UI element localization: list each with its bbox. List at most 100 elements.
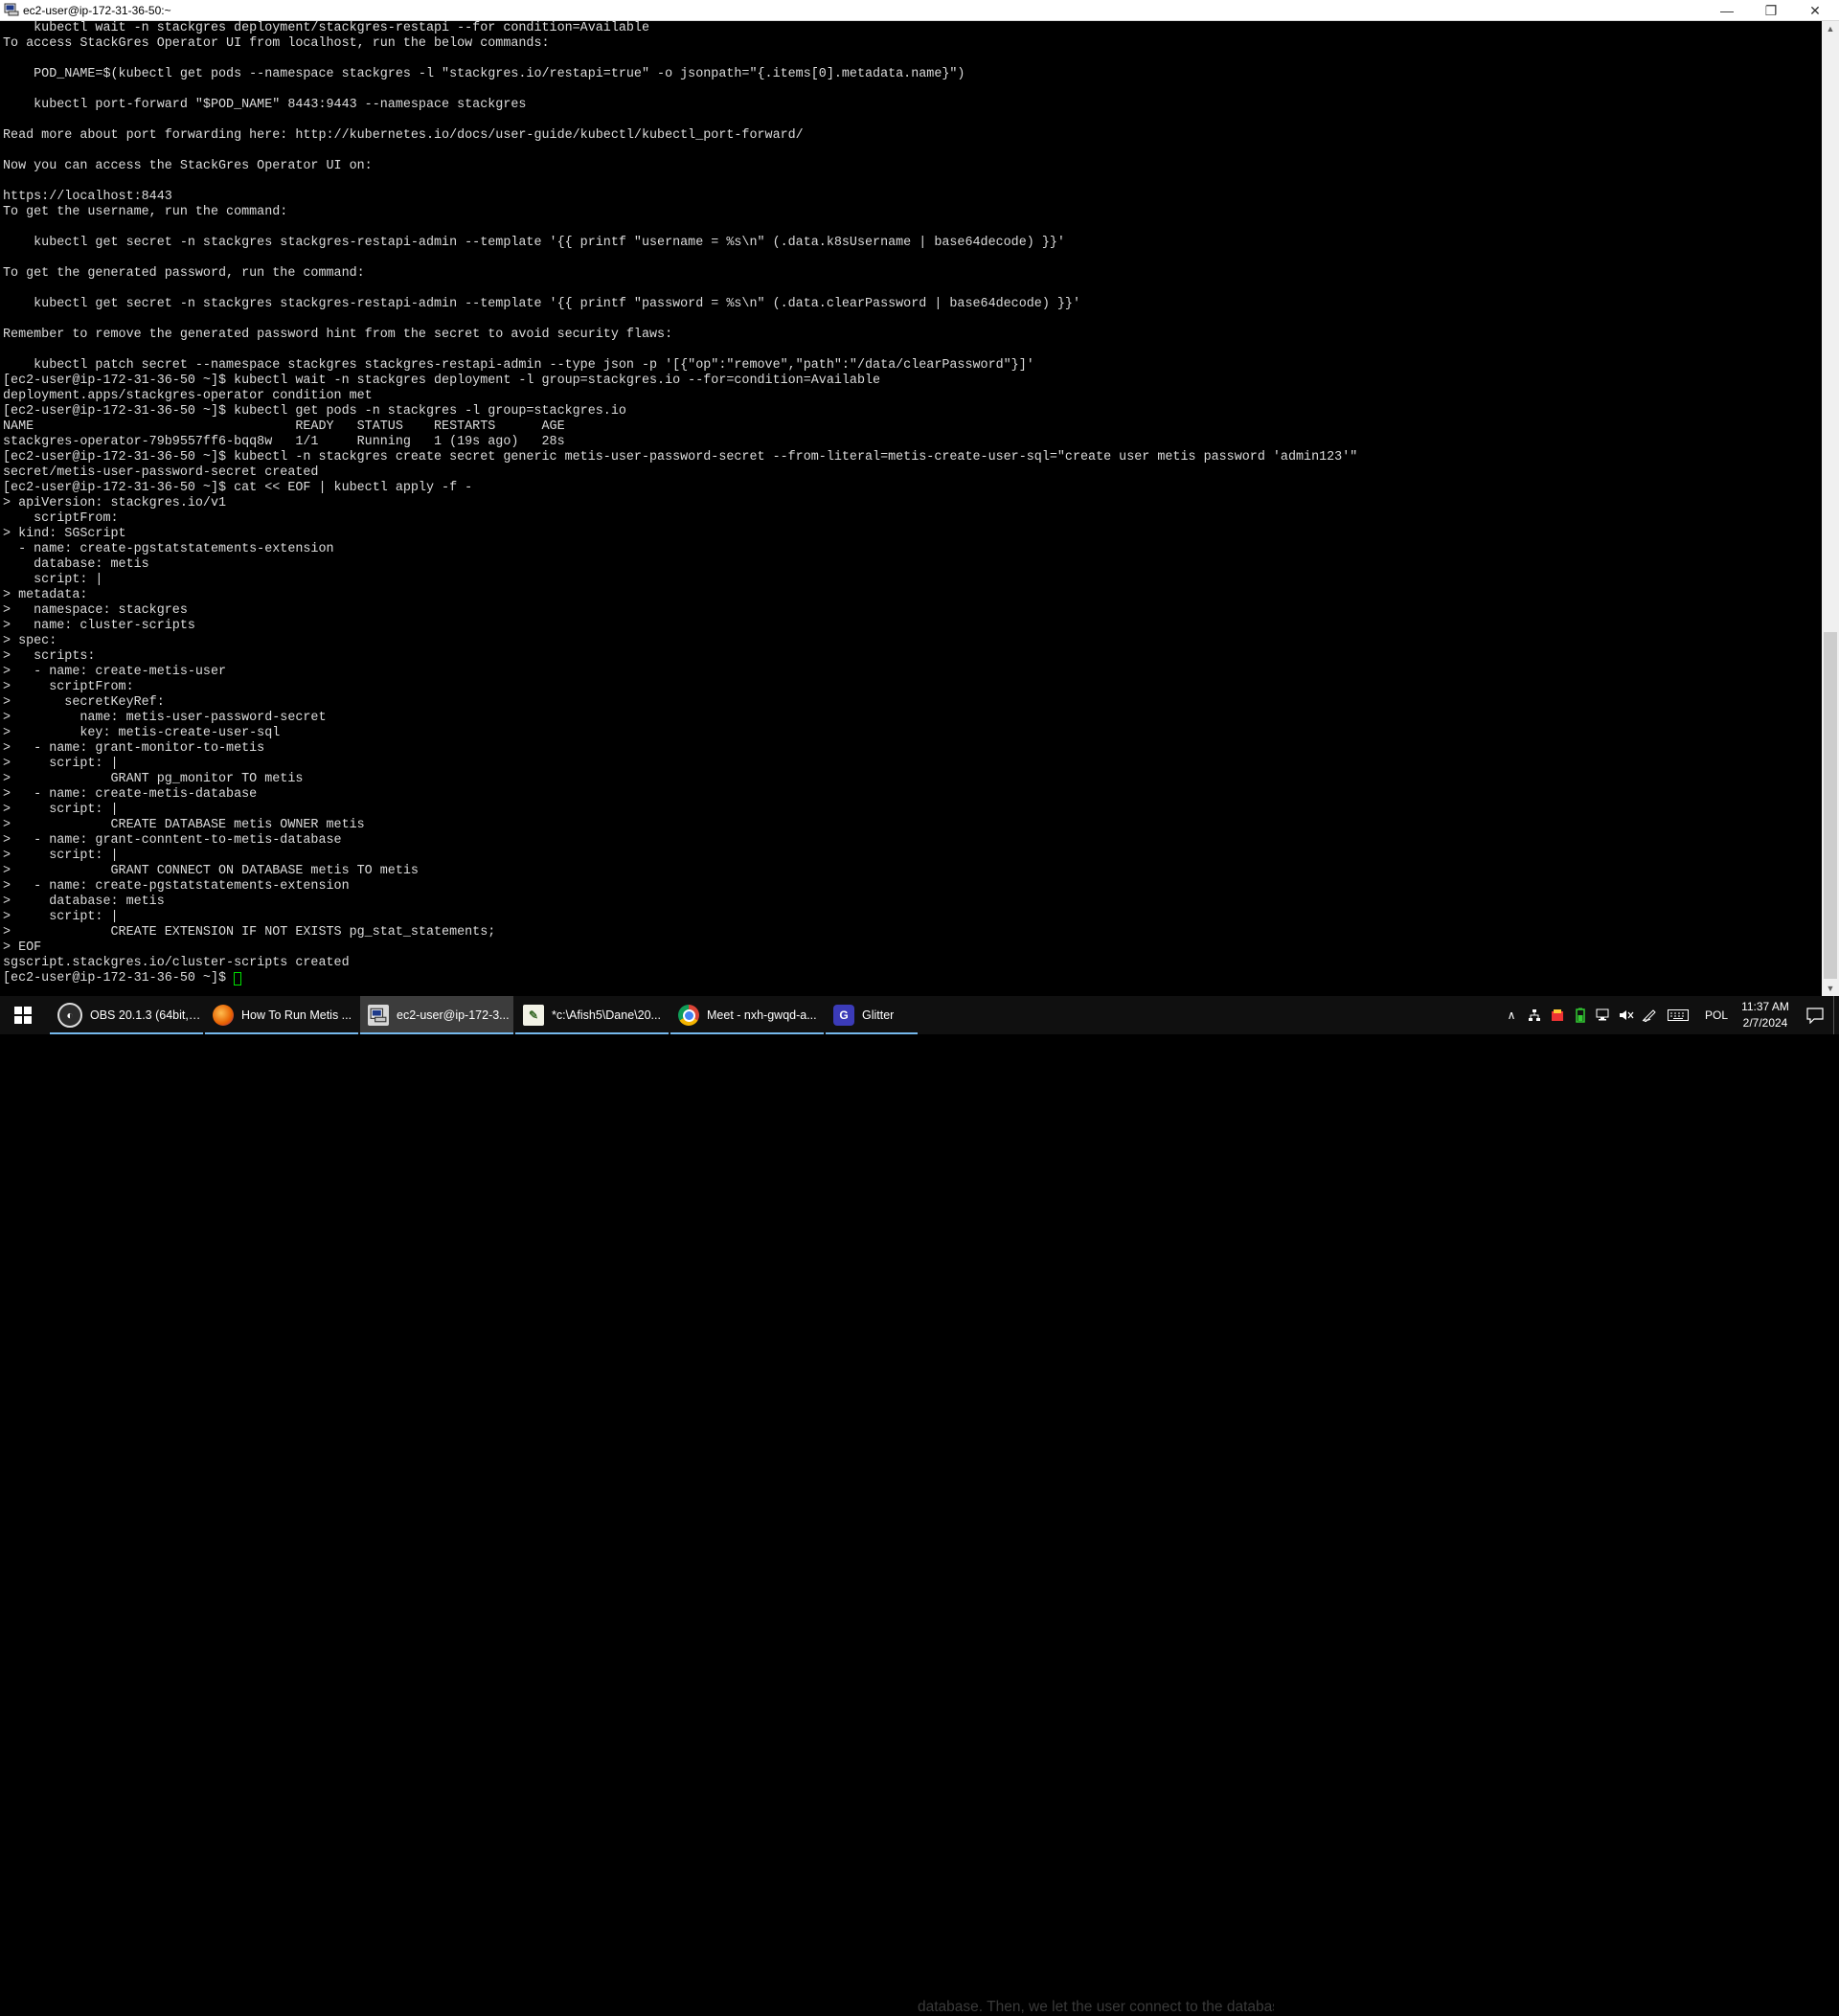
terminal-scrollbar[interactable]: ▲ ▼ bbox=[1822, 21, 1839, 996]
terminal-line: script: | bbox=[3, 573, 103, 587]
terminal-line: > script: | bbox=[3, 803, 119, 817]
terminal-line: [ec2-user@ip-172-31-36-50 ~]$ kubectl -n… bbox=[3, 450, 1358, 464]
terminal-line: > EOF bbox=[3, 940, 42, 955]
terminal-line: kubectl get secret -n stackgres stackgre… bbox=[3, 297, 1080, 311]
terminal-line: kubectl get secret -n stackgres stackgre… bbox=[3, 236, 1065, 250]
terminal-line: > CREATE DATABASE metis OWNER metis bbox=[3, 818, 365, 832]
terminal-line: > scripts: bbox=[3, 649, 96, 664]
terminal-line: Read more about port forwarding here: ht… bbox=[3, 128, 804, 143]
keyboard-icon[interactable] bbox=[1667, 1008, 1690, 1023]
terminal-line: secret/metis-user-password-secret create… bbox=[3, 465, 319, 480]
taskbar-item-label: *c:\Afish5\Dane\20... bbox=[552, 1008, 661, 1022]
terminal-line: kubectl patch secret --namespace stackgr… bbox=[3, 358, 1034, 373]
taskbar-item-label: How To Run Metis ... bbox=[241, 1008, 352, 1022]
volume-muted-icon[interactable] bbox=[1619, 1008, 1634, 1023]
terminal-line: > secretKeyRef: bbox=[3, 695, 165, 710]
terminal-line: > - name: grant-conntent-to-metis-databa… bbox=[3, 833, 342, 848]
terminal-line: > kind: SGScript bbox=[3, 527, 126, 541]
clock-time: 11:37 AM bbox=[1741, 1000, 1789, 1013]
terminal-line: [ec2-user@ip-172-31-36-50 ~]$ bbox=[3, 971, 235, 985]
clock[interactable]: 11:37 AM 2/7/2024 bbox=[1734, 999, 1797, 1031]
putty-icon bbox=[368, 1005, 389, 1026]
minimize-button[interactable]: — bbox=[1705, 0, 1749, 21]
terminal-line: kubectl port-forward "$POD_NAME" 8443:94… bbox=[3, 98, 527, 112]
terminal-cursor bbox=[234, 972, 242, 985]
terminal-line: > metadata: bbox=[3, 588, 88, 602]
taskbar-item-obs[interactable]: ◐ OBS 20.1.3 (64bit, w... bbox=[50, 996, 203, 1034]
firefox-icon bbox=[213, 1005, 234, 1026]
terminal-line: > script: | bbox=[3, 910, 119, 924]
taskbar-item-label: Glitter bbox=[862, 1008, 895, 1022]
terminal-line: > - name: create-metis-database bbox=[3, 787, 258, 802]
terminal-line: Now you can access the StackGres Operato… bbox=[3, 159, 373, 173]
terminal-line: > apiVersion: stackgres.io/v1 bbox=[3, 496, 227, 510]
start-button[interactable] bbox=[0, 996, 46, 1034]
app-tray-icon[interactable] bbox=[1550, 1008, 1565, 1023]
terminal-line: > namespace: stackgres bbox=[3, 603, 188, 618]
terminal-line: > GRANT CONNECT ON DATABASE metis TO met… bbox=[3, 864, 419, 878]
terminal-line: > - name: create-metis-user bbox=[3, 665, 227, 679]
putty-icon bbox=[4, 3, 19, 16]
terminal-line: > script: | bbox=[3, 849, 119, 863]
taskbar-item-label: ec2-user@ip-172-3... bbox=[397, 1008, 510, 1022]
terminal-line: > database: metis bbox=[3, 895, 165, 909]
terminal-line: > key: metis-create-user-sql bbox=[3, 726, 281, 740]
window-titlebar[interactable]: ec2-user@ip-172-31-36-50:~ — ❐ ✕ bbox=[0, 0, 1839, 21]
terminal-line: > - name: grant-monitor-to-metis bbox=[3, 741, 265, 756]
battery-icon[interactable] bbox=[1573, 1008, 1588, 1023]
close-button[interactable]: ✕ bbox=[1793, 0, 1837, 21]
chrome-icon bbox=[678, 1005, 699, 1026]
taskbar-item-notepad[interactable]: ✎ *c:\Afish5\Dane\20... bbox=[515, 996, 669, 1034]
system-tray: ∧ POL 11:37 AM 2/7/2024 bbox=[1494, 996, 1839, 1034]
terminal-line: To get the username, run the command: bbox=[3, 205, 288, 219]
terminal-line: > scriptFrom: bbox=[3, 680, 134, 694]
terminal-output[interactable]: kubectl wait -n stackgres deployment/sta… bbox=[0, 21, 1822, 996]
taskbar-item-putty[interactable]: ec2-user@ip-172-3... bbox=[360, 996, 513, 1034]
glitter-icon: G bbox=[833, 1005, 854, 1026]
terminal-line: - name: create-pgstatstatements-extensio… bbox=[3, 542, 334, 556]
terminal-line: > GRANT pg_monitor TO metis bbox=[3, 772, 304, 786]
terminal-line: kubectl wait -n stackgres deployment/sta… bbox=[3, 21, 649, 35]
taskbar-item-glitter[interactable]: G Glitter bbox=[826, 996, 918, 1034]
terminal-line: [ec2-user@ip-172-31-36-50 ~]$ cat << EOF… bbox=[3, 481, 473, 495]
terminal-line: [ec2-user@ip-172-31-36-50 ~]$ kubectl ge… bbox=[3, 404, 626, 419]
terminal-line: > name: cluster-scripts bbox=[3, 619, 195, 633]
taskbar-item-firefox[interactable]: How To Run Metis ... bbox=[205, 996, 358, 1034]
terminal-line: [ec2-user@ip-172-31-36-50 ~]$ kubectl wa… bbox=[3, 374, 881, 388]
terminal-line: scriptFrom: bbox=[3, 511, 119, 526]
terminal-line: > CREATE EXTENSION IF NOT EXISTS pg_stat… bbox=[3, 925, 496, 940]
terminal-line: deployment.apps/stackgres-operator condi… bbox=[3, 389, 373, 403]
network-share-icon[interactable] bbox=[1527, 1008, 1542, 1023]
taskbar: ◐ OBS 20.1.3 (64bit, w... How To Run Met… bbox=[0, 996, 1839, 2015]
taskbar-item-label: Meet - nxh-gwqd-a... bbox=[707, 1008, 817, 1022]
taskbar-item-chrome[interactable]: Meet - nxh-gwqd-a... bbox=[670, 996, 824, 1034]
terminal-line: database: metis bbox=[3, 557, 149, 572]
terminal-line: To get the generated password, run the c… bbox=[3, 266, 365, 281]
terminal-line: NAME READY STATUS RESTARTS AGE bbox=[3, 419, 565, 434]
input-language[interactable]: POL bbox=[1705, 1008, 1728, 1022]
terminal-line: sgscript.stackgres.io/cluster-scripts cr… bbox=[3, 956, 350, 970]
scroll-down-icon[interactable]: ▼ bbox=[1822, 981, 1839, 996]
terminal-line: > - name: create-pgstatstatements-extens… bbox=[3, 879, 350, 894]
terminal-line: > name: metis-user-password-secret bbox=[3, 711, 327, 725]
terminal-line: POD_NAME=$(kubectl get pods --namespace … bbox=[3, 67, 965, 81]
terminal-line: To access StackGres Operator UI from loc… bbox=[3, 36, 550, 51]
terminal-line: https://localhost:8443 bbox=[3, 190, 172, 204]
notification-icon[interactable] bbox=[1806, 1007, 1824, 1025]
notepad-icon: ✎ bbox=[523, 1005, 544, 1026]
terminal-line: > spec: bbox=[3, 634, 57, 648]
network-icon[interactable] bbox=[1596, 1008, 1611, 1023]
obs-icon: ◐ bbox=[57, 1003, 82, 1028]
clock-date: 2/7/2024 bbox=[1742, 1016, 1788, 1030]
terminal-line: stackgres-operator-79b9557ff6-bqq8w 1/1 … bbox=[3, 435, 565, 449]
scrollbar-thumb[interactable] bbox=[1824, 632, 1837, 979]
window-title: ec2-user@ip-172-31-36-50:~ bbox=[23, 4, 171, 17]
show-desktop-button[interactable] bbox=[1833, 996, 1834, 1034]
windows-icon bbox=[14, 1007, 32, 1024]
terminal-line: Remember to remove the generated passwor… bbox=[3, 328, 673, 342]
scroll-up-icon[interactable]: ▲ bbox=[1822, 21, 1839, 36]
chevron-up-icon[interactable]: ∧ bbox=[1504, 1008, 1519, 1023]
pen-icon[interactable] bbox=[1642, 1008, 1657, 1023]
maximize-button[interactable]: ❐ bbox=[1749, 0, 1793, 21]
terminal-line: > script: | bbox=[3, 757, 119, 771]
